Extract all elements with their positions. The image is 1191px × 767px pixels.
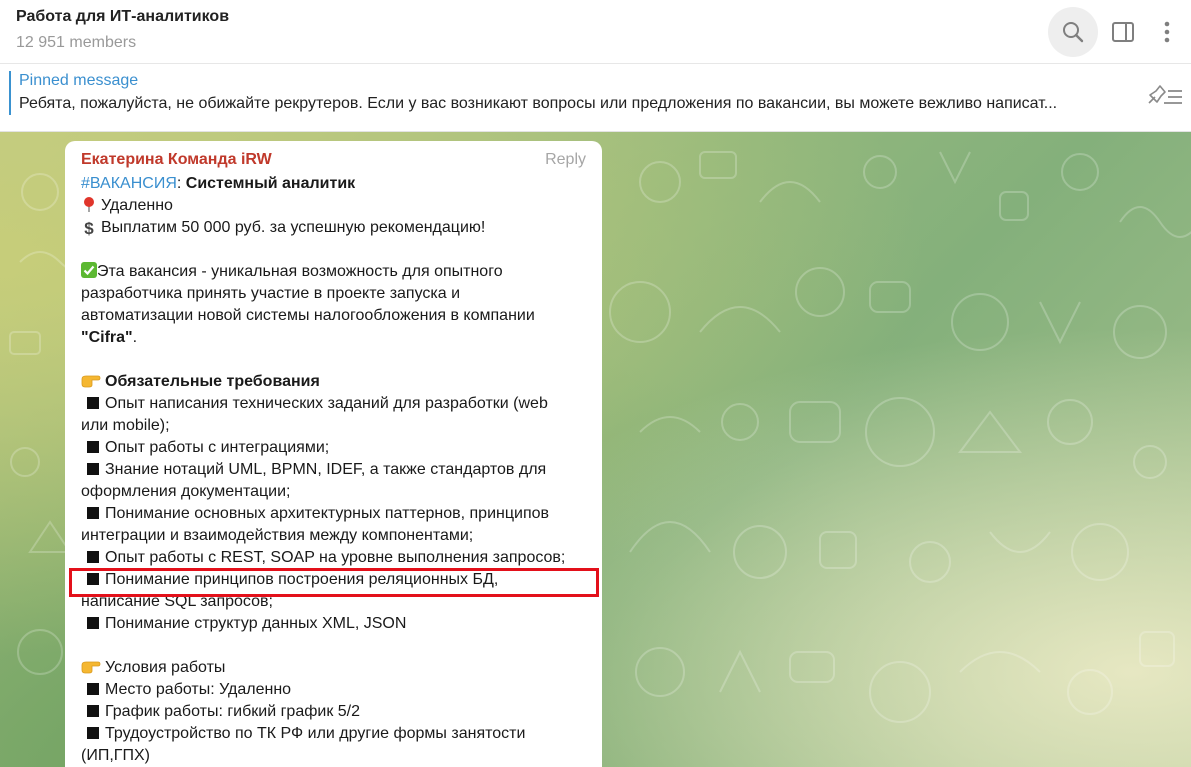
bullet-square-icon <box>87 705 99 717</box>
requirement-item: Понимание структур данных XML, JSON <box>81 613 586 635</box>
member-count: 12 951 members <box>16 34 137 51</box>
bullet-square-icon <box>87 441 99 453</box>
bullet-square-icon <box>87 683 99 695</box>
requirement-item: Опыт написания технических заданий для р… <box>81 393 586 415</box>
condition-text: График работы: гибкий график 5/2 <box>105 703 361 720</box>
highlight-annotation-box <box>69 568 599 597</box>
more-menu-button[interactable] <box>1142 7 1191 57</box>
message-bubble[interactable]: Екатерина Команда iRW Reply #ВАКАНСИЯ: С… <box>65 141 602 767</box>
title-separator: : <box>176 175 186 192</box>
sidebar-toggle-button[interactable] <box>1098 7 1148 57</box>
dollar-icon: $ <box>84 219 94 238</box>
condition-text: Трудоустройство по ТК РФ или другие форм… <box>105 725 526 742</box>
bullet-square-icon <box>87 463 99 475</box>
intro-text-3: автоматизации новой системы налогообложе… <box>81 307 535 324</box>
pinned-message-bar[interactable]: Pinned message Ребята, пожалуйста, не об… <box>0 64 1191 132</box>
requirements-heading: Обязательные требования <box>105 373 320 390</box>
requirement-text: Опыт работы с REST, SOAP на уровне выпол… <box>105 549 566 566</box>
search-icon <box>1063 22 1084 43</box>
vacancy-title-line: #ВАКАНСИЯ: Системный аналитик <box>81 173 586 195</box>
requirement-text: Понимание основных архитектурных паттерн… <box>105 505 549 522</box>
requirement-text: или mobile); <box>81 417 170 434</box>
check-mark-icon <box>81 262 97 278</box>
chat-background: Екатерина Команда iRW Reply #ВАКАНСИЯ: С… <box>0 132 1191 767</box>
conditions-heading-line: Условия работы <box>81 657 586 679</box>
reply-button[interactable]: Reply <box>545 151 586 169</box>
condition-item: Место работы: Удаленно <box>81 679 586 701</box>
company-line: "Cifra". <box>81 327 586 349</box>
requirement-text: Знание нотаций UML, BPMN, IDEF, а также … <box>105 461 547 478</box>
chat-title[interactable]: Работа для ИТ-аналитиков <box>16 8 229 26</box>
chat-header: Работа для ИТ-аналитиков 12 951 members <box>0 0 1191 64</box>
bullet-square-icon <box>87 507 99 519</box>
hashtag-link[interactable]: #ВАКАНСИЯ <box>81 175 177 192</box>
requirement-item: Понимание основных архитектурных паттерн… <box>81 503 586 525</box>
search-button[interactable] <box>1048 7 1098 57</box>
unpin-list-icon[interactable] <box>1146 82 1186 112</box>
condition-text: (ИП,ГПХ) <box>81 747 150 764</box>
company-end: . <box>132 329 138 346</box>
requirement-item: Опыт работы с интеграциями; <box>81 437 586 459</box>
requirement-item: Опыт работы с REST, SOAP на уровне выпол… <box>81 547 586 569</box>
message-text: #ВАКАНСИЯ: Системный аналитик Удаленно $… <box>81 173 586 767</box>
bullet-square-icon <box>87 551 99 563</box>
pinned-accent-bar <box>9 71 11 115</box>
pointing-hand-icon <box>81 661 101 674</box>
more-vertical-icon <box>1164 21 1170 43</box>
pointing-hand-icon <box>81 375 101 388</box>
location-text: Удаленно <box>101 197 173 214</box>
location-line: Удаленно <box>81 195 586 217</box>
condition-item: График работы: гибкий график 5/2 <box>81 701 586 723</box>
bullet-square-icon <box>87 617 99 629</box>
company-name: "Cifra" <box>81 329 133 346</box>
conditions-heading: Условия работы <box>105 659 226 676</box>
requirement-item: Знание нотаций UML, BPMN, IDEF, а также … <box>81 459 586 481</box>
bullet-square-icon <box>87 397 99 409</box>
requirements-heading-line: Обязательные требования <box>81 371 586 393</box>
bullet-square-icon <box>87 727 99 739</box>
requirement-text: Опыт написания технических заданий для р… <box>105 395 548 412</box>
requirement-text: Понимание структур данных XML, JSON <box>105 615 407 632</box>
pinned-text[interactable]: Ребята, пожалуйста, не обижайте рекрутер… <box>19 95 1124 113</box>
condition-item: Трудоустройство по ТК РФ или другие форм… <box>81 723 586 745</box>
reward-line: $ Выплатим 50 000 руб. за успешную рекоме… <box>81 217 586 239</box>
sidebar-toggle-icon <box>1112 22 1134 42</box>
reward-text: Выплатим 50 000 руб. за успешную рекомен… <box>101 219 486 236</box>
requirement-text: интеграции и взаимодействия между компон… <box>81 527 474 544</box>
intro-text-2: разработчика принять участие в проекте з… <box>81 285 461 302</box>
condition-text: Место работы: Удаленно <box>105 681 292 698</box>
message-sender[interactable]: Екатерина Команда iRW <box>81 151 272 169</box>
intro-text-1: Эта вакансия - уникальная возможность дл… <box>97 263 503 280</box>
pin-icon <box>84 197 94 212</box>
requirement-text: оформления документации; <box>81 483 291 500</box>
pinned-title: Pinned message <box>19 72 139 89</box>
vacancy-title: Системный аналитик <box>185 175 356 192</box>
requirement-text: Опыт работы с интеграциями; <box>105 439 330 456</box>
intro-line: Эта вакансия - уникальная возможность дл… <box>81 261 586 283</box>
